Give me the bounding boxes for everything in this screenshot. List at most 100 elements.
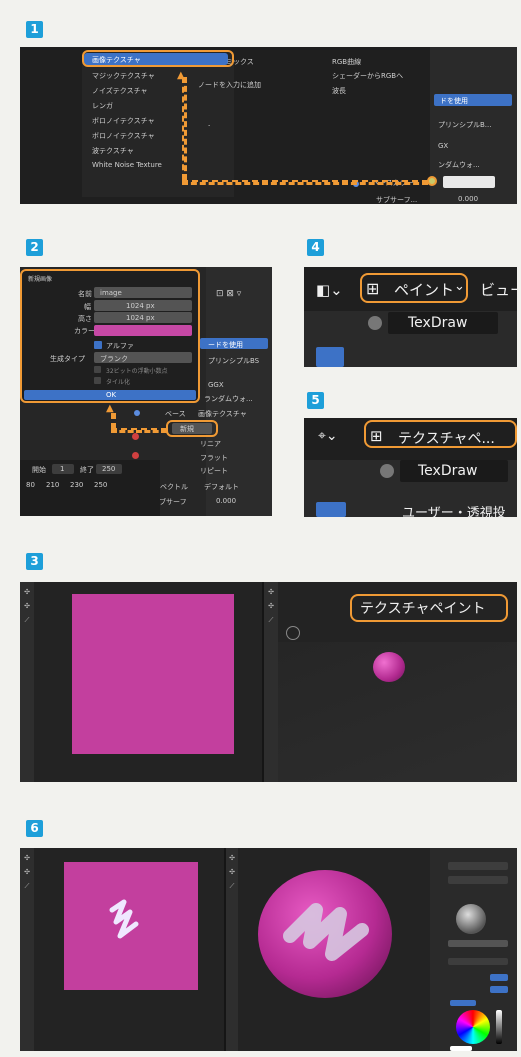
tool-icon-1[interactable]: ✣	[23, 588, 31, 596]
screenshot-texture-paint-mode: ⌖⌄ ⊞ テクスチャペ... TexDraw ユーザー・透視投	[304, 418, 517, 517]
frame-start-value: 1	[60, 465, 65, 473]
connector-h2	[111, 428, 167, 433]
highlight-new-button	[166, 420, 218, 437]
principled-label-2: プリンシプルBS	[208, 357, 260, 365]
prop-toggle-1[interactable]	[490, 974, 508, 981]
menu-item-noise-texture[interactable]: ノイズテクスチャ	[92, 86, 148, 96]
menu-item-magic-texture[interactable]: マジックテクスチャ	[92, 71, 155, 81]
draw-tool-button-2[interactable]	[316, 502, 346, 517]
menu-item-wavelength[interactable]: 波長	[332, 86, 346, 96]
menu-item-brick[interactable]: レンガ	[92, 101, 113, 111]
menu-item-white-noise[interactable]: White Noise Texture	[92, 161, 162, 169]
menu-item-mix[interactable]: ミックス	[226, 57, 254, 67]
ggx-label: GX	[438, 142, 449, 150]
menu-item-rgb-curves[interactable]: RGB曲線	[332, 57, 361, 67]
subsurface-label: サブサーフ...	[376, 196, 418, 204]
highlight-image-texture	[82, 50, 234, 67]
image-texture-label-2: 画像テクスチャ	[198, 410, 247, 418]
viewport-tool-6a[interactable]: ✣	[228, 854, 236, 862]
screenshot-new-image-dialog: ⊡ ⊠ ▿ ードを使用 プリンシプルBS GGX ランダムウォ... ベース 画…	[20, 267, 272, 516]
viewport-user-perspective: ユーザー・透視投	[402, 506, 506, 517]
prop-toggle-2[interactable]	[490, 986, 508, 993]
screenshot-texture-paint-workspace: ✣ ✣ ⟋ ✣ ✣ ⟋ テクスチャペイント	[20, 582, 517, 782]
header-icons: ⊡ ⊠ ▿	[216, 289, 242, 299]
arrow-up-icon: ▲	[177, 70, 185, 81]
prop-row-3[interactable]	[448, 940, 508, 947]
frame-start-label: 開始	[32, 466, 46, 474]
tool-icon-6a[interactable]: ✣	[23, 854, 31, 862]
socket-red-2	[132, 452, 139, 459]
highlight-paint-mode	[360, 273, 468, 303]
viewport-tool-3[interactable]: ⟋	[267, 616, 275, 624]
viewport-toolbar-6	[226, 848, 238, 1051]
step-badge-3: 3	[26, 553, 43, 570]
viewport-tool-2[interactable]: ✣	[267, 602, 275, 610]
step-badge-2: 2	[26, 239, 43, 256]
draw-tool-button[interactable]	[316, 347, 344, 367]
texture-canvas	[72, 594, 234, 754]
prop-row-1[interactable]	[448, 862, 508, 870]
ruler-2: 210	[46, 481, 60, 489]
random-label-2: ランダムウォ...	[204, 395, 253, 403]
prop-row-2[interactable]	[448, 876, 508, 884]
screenshot-paint-mode: ◧⌄ ⊞ ペイント ⌄ ビュー TexDraw	[304, 267, 517, 367]
brush-name: TexDraw	[408, 315, 468, 331]
brush-preview	[456, 904, 486, 934]
color-swatch-white[interactable]	[450, 1046, 472, 1051]
view-menu[interactable]: ビュー	[480, 279, 517, 300]
tool-icon-3[interactable]: ⟋	[23, 616, 31, 624]
tool-icon-6c[interactable]: ⟋	[23, 882, 31, 890]
step-badge-1: 1	[26, 21, 43, 38]
socket-dot[interactable]	[427, 176, 437, 186]
ggx-label-2: GGX	[208, 381, 224, 389]
base-label-2: ベース	[165, 410, 186, 418]
viewport-tool-6b[interactable]: ✣	[228, 868, 236, 876]
socket-red	[132, 433, 139, 440]
random-walk-label: ンダムウォ...	[438, 161, 480, 169]
color-value-slider[interactable]	[496, 1010, 502, 1044]
screenshot-add-node-menu: 画像テクスチャ マジックテクスチャ ノイズテクスチャ レンガ ボロノイテクスチャ…	[20, 47, 517, 204]
tool-icon-2[interactable]: ✣	[23, 602, 31, 610]
repeat-label: リピート	[200, 467, 228, 475]
tool-icon-6b[interactable]: ✣	[23, 868, 31, 876]
base-color-swatch[interactable]	[443, 176, 495, 188]
color-mode-tab[interactable]	[450, 1000, 476, 1006]
paint-sphere-large	[258, 870, 392, 998]
menu-item-wave[interactable]: 波テクスチャ	[92, 146, 134, 156]
step-badge-4: 4	[307, 239, 324, 256]
socket-blue-2	[134, 410, 140, 416]
vector-label: ベクトル	[160, 483, 188, 491]
paint-stroke-large	[283, 903, 369, 961]
default-label: デフォルト	[204, 483, 239, 491]
menu-item-voronoi-1[interactable]: ボロノイテクスチャ	[92, 116, 155, 126]
prop-row-4[interactable]	[448, 958, 508, 965]
editor-type-icon-2[interactable]: ⌖⌄	[318, 428, 338, 444]
menu-item-voronoi-2[interactable]: ボロノイテクスチャ	[92, 131, 155, 141]
linear-label: リニア	[200, 440, 221, 448]
brush-icon	[368, 316, 382, 330]
ruler-4: 250	[94, 481, 108, 489]
texture-canvas-painted	[64, 862, 198, 990]
highlight-dialog	[20, 269, 200, 403]
connector-horizontal	[182, 180, 428, 185]
principled-label: プリンシプルB...	[438, 121, 492, 129]
paint-sphere-small	[373, 652, 405, 682]
menu-item-shader-to-rgb[interactable]: シェーダーからRGBへ	[332, 71, 403, 81]
viewport-tool-1[interactable]: ✣	[267, 588, 275, 596]
use-nodes-label: ドを使用	[440, 97, 468, 105]
step-badge-6: 6	[26, 820, 43, 837]
cursor-dot: ·	[208, 122, 211, 130]
editor-type-icon[interactable]: ◧⌄	[316, 281, 343, 299]
connector-vertical	[182, 77, 187, 180]
ruler-3: 230	[70, 481, 84, 489]
viewport-tool-6c[interactable]: ⟋	[228, 882, 236, 890]
flat-label: フラット	[200, 454, 228, 462]
left-toolbar-6	[20, 848, 34, 1051]
node-hint-text: ノードを入力に追加	[198, 81, 261, 89]
frame-end-label: 終了	[80, 466, 94, 474]
node-props-side	[206, 267, 272, 516]
connector-v2	[111, 413, 116, 429]
color-wheel[interactable]	[456, 1010, 490, 1044]
highlight-texture-paint-mode	[364, 420, 517, 448]
viewport-toolbar	[264, 582, 278, 782]
